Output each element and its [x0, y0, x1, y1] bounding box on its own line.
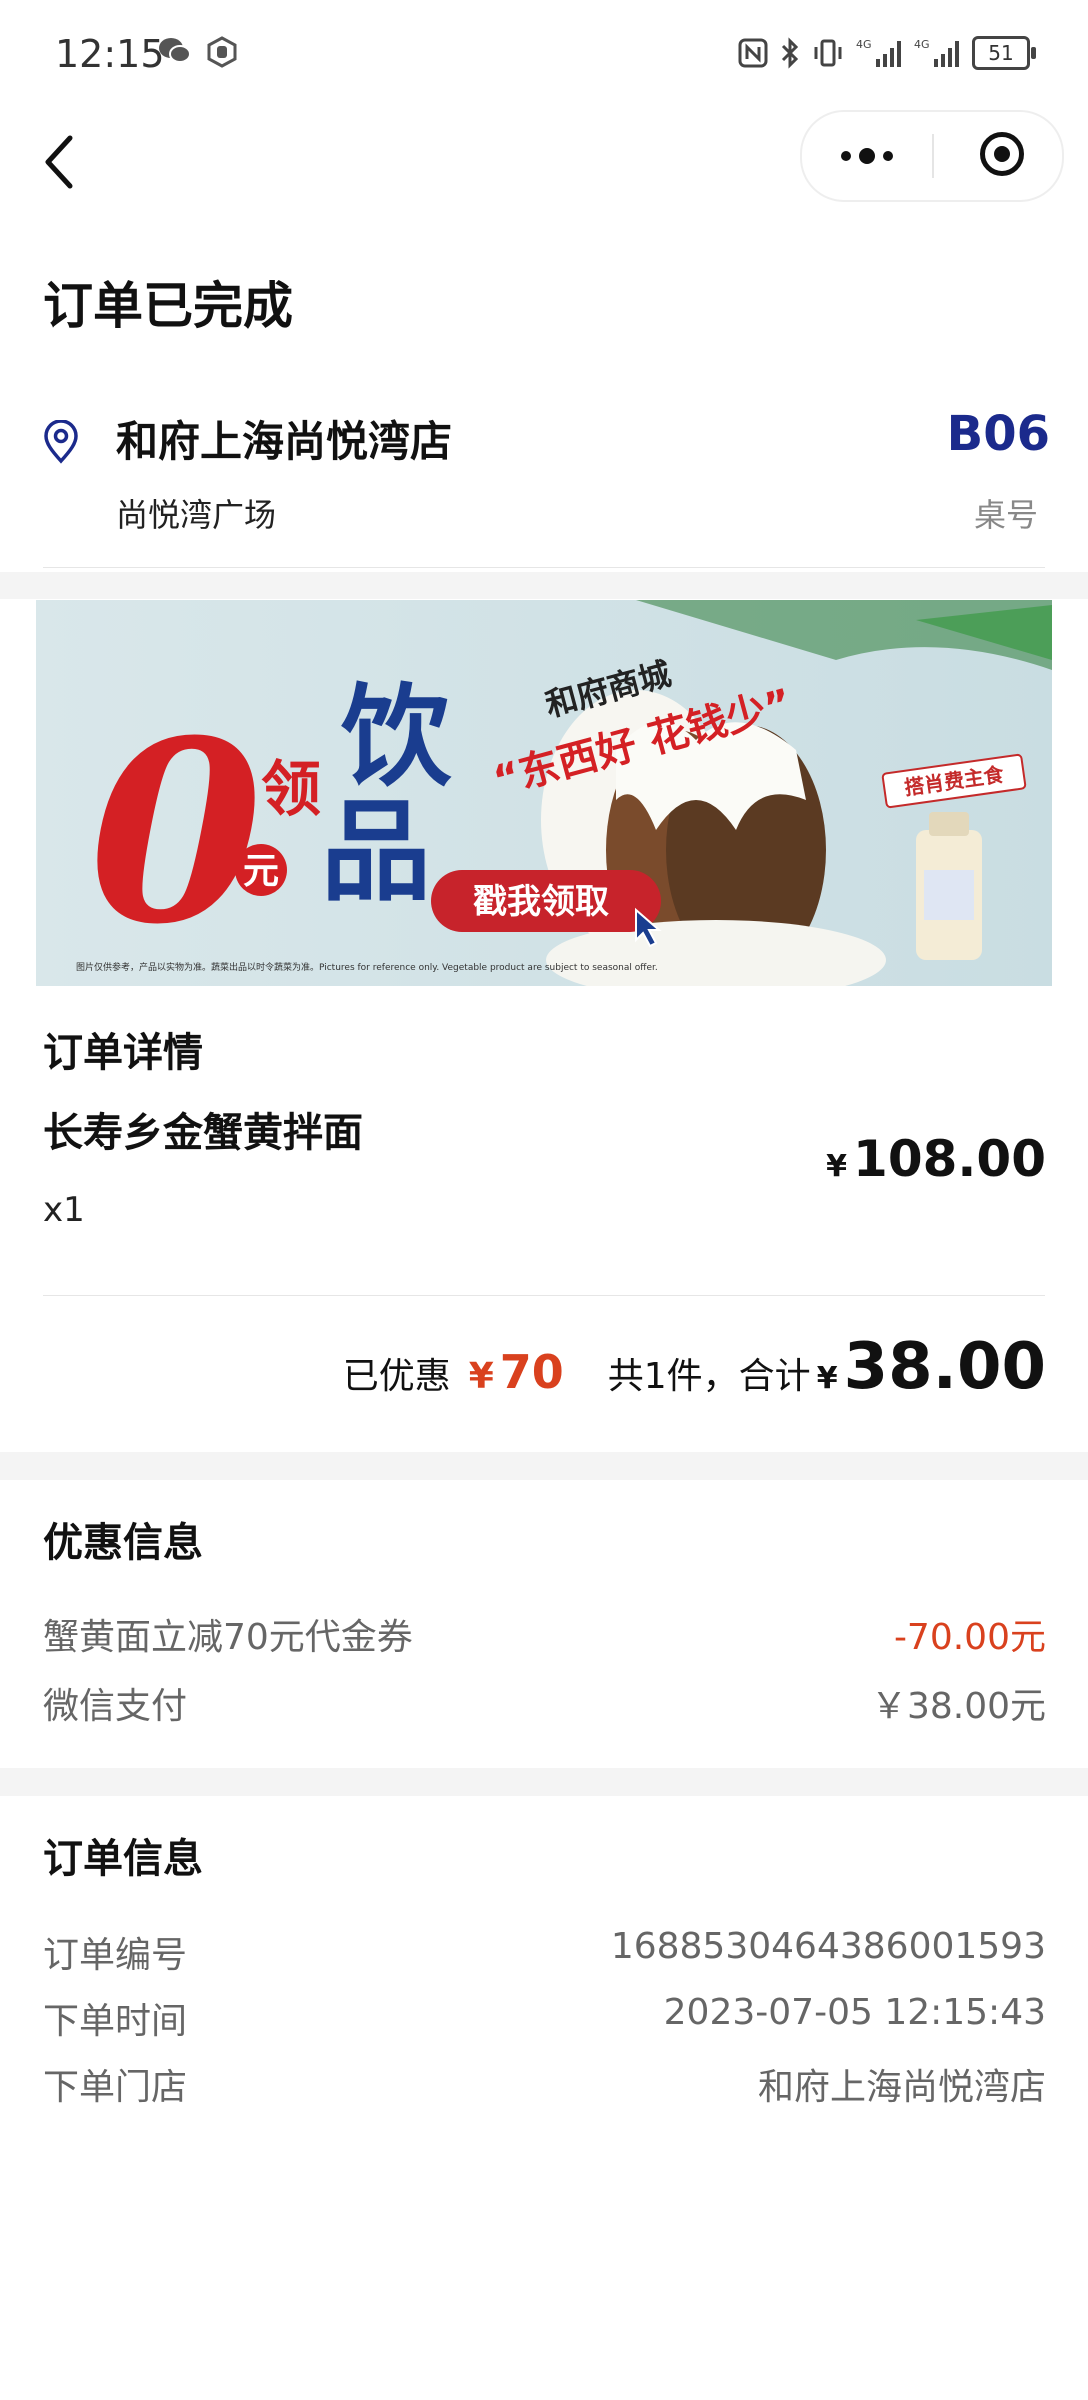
nav-bar: [0, 110, 1088, 210]
status-right-icons: 4G 4G 51: [738, 36, 1036, 70]
order-summary: 已优惠 ¥70 共1件，合计 ¥38.00: [343, 1330, 1046, 1404]
section-gap: [0, 1452, 1088, 1480]
location-pin-icon: [44, 420, 78, 464]
order-time-value: 2023-07-05 12:15:43: [663, 1992, 1046, 2033]
payment-row-value: ￥38.00元: [870, 1686, 1046, 1727]
discount-value: ¥70: [469, 1345, 564, 1399]
order-store-row: 下单门店 和府上海尚悦湾店: [43, 2058, 1046, 2110]
order-time-row: 下单时间 2023-07-05 12:15:43: [43, 1992, 1046, 2044]
currency-symbol: ¥: [826, 1149, 848, 1184]
item-name: 长寿乡金蟹黄拌面: [43, 1110, 363, 1156]
order-number-label: 订单编号: [43, 1935, 188, 1976]
payment-row: 微信支付 ￥38.00元: [43, 1677, 1046, 1729]
promo-row: 蟹黄面立减70元代金券 -70.00元: [43, 1608, 1046, 1660]
item-price: ¥108.00: [826, 1130, 1046, 1188]
mini-program-capsule: [800, 110, 1064, 202]
status-time: 12:15: [55, 32, 165, 76]
order-store-value: 和府上海尚悦湾店: [757, 2067, 1046, 2108]
wechat-icon: [159, 38, 191, 63]
hand-icon: [207, 36, 237, 68]
payment-row-label: 微信支付: [43, 1686, 188, 1727]
signal-4g-icon: 4G: [914, 38, 959, 67]
banner-cta[interactable]: 戳我领取: [473, 882, 609, 922]
section-gap: [0, 572, 1088, 599]
banner-pin: 品: [321, 787, 431, 916]
status-left-icons: [158, 36, 238, 68]
total-value: 38.00: [843, 1330, 1046, 1404]
promo-banner-art: 搭肖费主食 0 元 领 饮 品 和府商城 “东西好 花钱少” 戳我领取 图片仅供…: [36, 600, 1052, 986]
promo-row-label: 蟹黄面立减70元代金券: [43, 1617, 413, 1658]
battery-icon: 51: [972, 36, 1036, 70]
capsule-divider: [932, 134, 934, 178]
bluetooth-icon: [781, 37, 799, 69]
total-price: ¥38.00: [817, 1330, 1046, 1404]
banner-disclaimer: 图片仅供参考，产品以实物为准。蔬菜出品以时令蔬菜为准。Pictures for …: [76, 961, 658, 973]
page-title: 订单已完成: [43, 277, 293, 335]
order-time-label: 下单时间: [43, 2001, 188, 2042]
order-detail-title: 订单详情: [43, 1030, 203, 1076]
item-price-value: 108.00: [853, 1130, 1046, 1188]
store-name: 和府上海尚悦湾店: [116, 417, 453, 466]
banner-yuan: 元: [243, 851, 279, 892]
banner-yin: 饮: [341, 672, 452, 801]
store-subtitle: 尚悦湾广场: [116, 496, 277, 534]
svg-text:4G: 4G: [856, 38, 872, 51]
promo-row-value: -70.00元: [893, 1617, 1046, 1658]
svg-text:4G: 4G: [914, 38, 930, 51]
item-quantity: x1: [43, 1190, 85, 1230]
discount-label: 已优惠: [342, 1356, 451, 1397]
status-bar: 12:15 4G 4G 51: [0, 0, 1088, 110]
order-number-value: 1688530464386001593: [610, 1926, 1046, 1967]
banner-ling: 领: [261, 755, 321, 825]
promo-banner[interactable]: 搭肖费主食 0 元 领 饮 品 和府商城 “东西好 花钱少” 戳我领取 图片仅供…: [36, 600, 1052, 986]
table-label: 桌号: [973, 496, 1038, 534]
chevron-left-icon[interactable]: [40, 132, 80, 192]
order-number-row: 订单编号 1688530464386001593: [43, 1926, 1046, 1978]
divider: [43, 1295, 1045, 1296]
discount-amount: 70: [499, 1345, 564, 1399]
count-total-label: 共1件，合计: [607, 1356, 811, 1397]
currency-symbol: ¥: [816, 1361, 838, 1396]
banner-zero: 0: [89, 685, 263, 979]
currency-symbol: ¥: [468, 1356, 494, 1397]
table-number: B06: [946, 406, 1050, 462]
vibrate-icon: [814, 39, 842, 67]
section-gap: [0, 1768, 1088, 1796]
signal-4g-icon: 4G: [856, 38, 901, 67]
nfc-icon: [738, 38, 768, 68]
order-info-title: 订单信息: [43, 1836, 203, 1882]
order-store-label: 下单门店: [43, 2067, 188, 2108]
more-dots-icon[interactable]: [802, 112, 932, 200]
divider: [43, 567, 1045, 568]
promo-info-title: 优惠信息: [43, 1520, 203, 1566]
target-icon[interactable]: [980, 132, 1024, 176]
